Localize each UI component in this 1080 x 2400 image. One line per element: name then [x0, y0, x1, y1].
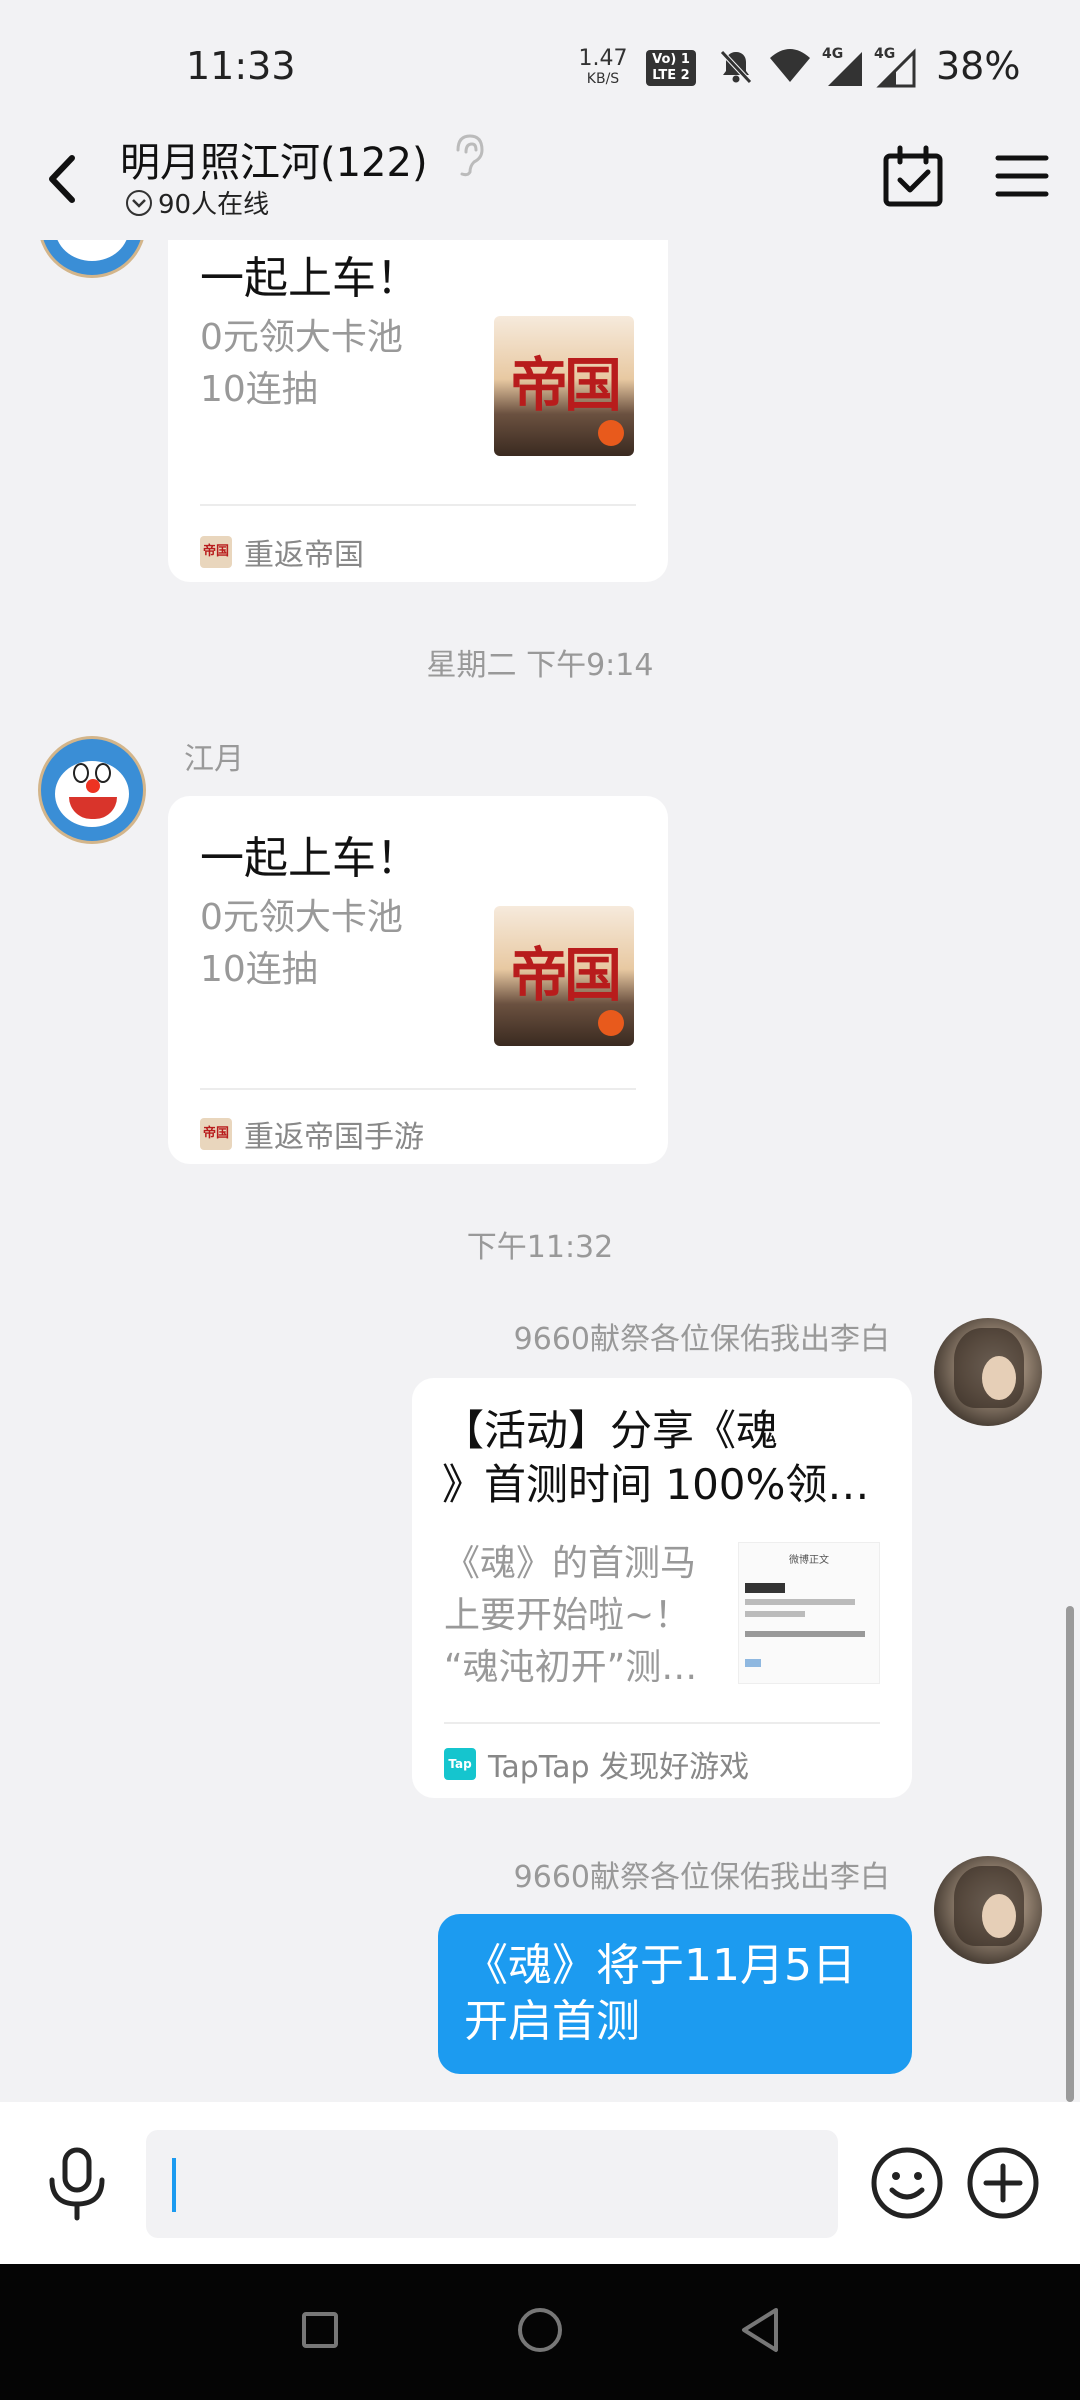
app-icon: 帝国: [200, 1118, 232, 1150]
message-bubble[interactable]: 《魂》将于11月5日 开启首测: [438, 1914, 912, 2074]
mute-icon: [720, 50, 752, 84]
avatar[interactable]: [934, 1856, 1042, 1964]
chat-message-list[interactable]: 一起上车！ 0元领大卡池 10连抽 帝国 帝国 重返帝国 星期二 下午9:14 …: [0, 240, 1080, 2100]
volte-bottom: LTE 2: [652, 68, 690, 83]
card-desc-line: 《魂》的首测马: [444, 1543, 697, 1584]
scrollbar[interactable]: [1066, 1606, 1074, 2102]
ear-icon[interactable]: [448, 132, 488, 178]
card-title: 一起上车！: [200, 833, 420, 884]
sender-name: 9660献祭各位保佑我出李白: [513, 1860, 890, 1895]
signal-4g-2-icon: 4G: [874, 46, 916, 88]
card-thumbnail: 微博正文: [738, 1542, 880, 1684]
network-speed: 1.47 KB/S: [578, 46, 628, 87]
card-divider: [444, 1722, 880, 1724]
message-line: 《魂》将于11月5日: [464, 1940, 856, 1991]
message-timestamp: 星期二 下午9:14: [426, 648, 654, 683]
sender-name: 江月: [184, 742, 244, 777]
svg-text:4G: 4G: [822, 46, 843, 62]
chevron-down-icon: [126, 189, 152, 216]
avatar[interactable]: [38, 736, 146, 844]
text-cursor: [172, 2158, 176, 2212]
card-source: 帝国 重返帝国手游: [200, 1112, 424, 1156]
card-desc-line: 上要开始啦~！: [444, 1595, 691, 1636]
volte-top: Vo) 1: [652, 52, 690, 67]
card-divider: [200, 1088, 636, 1090]
card-source-label: 重返帝国: [244, 538, 364, 573]
card-divider: [200, 504, 636, 506]
message-line: 开启首测: [464, 1996, 640, 2047]
card-thumbnail: 帝国: [494, 906, 634, 1046]
signal-4g-1-icon: 4G: [822, 46, 862, 86]
svg-text:4G: 4G: [874, 46, 895, 62]
avatar[interactable]: [38, 240, 146, 278]
online-count: 90人在线: [158, 190, 270, 220]
card-desc-line: 0元领大卡池: [200, 317, 403, 358]
network-speed-value: 1.47: [578, 46, 628, 71]
recents-button[interactable]: [302, 2312, 338, 2348]
thumbnail-header: 微博正文: [789, 1555, 829, 1566]
card-thumbnail: 帝国: [494, 316, 634, 456]
sender-name: 9660献祭各位保佑我出李白: [513, 1322, 890, 1357]
card-title-line: 》首测时间 100%领…: [442, 1460, 870, 1509]
taptap-icon: Tap: [444, 1748, 476, 1780]
emoji-button[interactable]: [870, 2146, 944, 2220]
card-desc: 《魂》的首测马 上要开始啦~！ “魂沌初开”测…: [444, 1538, 697, 1694]
message-input[interactable]: [146, 2130, 838, 2238]
chat-header: 明月照江河(122) 90人在线: [0, 130, 1080, 240]
chat-title[interactable]: 明月照江河(122): [120, 130, 428, 188]
status-bar: 11:33 1.47 KB/S Vo) 1 LTE 2 4G 4G 38%: [0, 0, 1080, 130]
system-nav-bar: [0, 2264, 1080, 2400]
card-desc: 0元领大卡池 10连抽: [200, 312, 403, 416]
wifi-icon: [770, 49, 810, 82]
network-speed-unit: KB/S: [586, 71, 620, 87]
card-desc-line: 10连抽: [200, 949, 318, 990]
calendar-check-button[interactable]: [882, 144, 944, 210]
card-source: Tap TapTap 发现好游戏: [444, 1742, 749, 1786]
back-button[interactable]: [34, 144, 94, 214]
card-desc: 0元领大卡池 10连抽: [200, 892, 403, 996]
share-card[interactable]: 一起上车！ 0元领大卡池 10连抽 帝国 帝国 重返帝国: [168, 240, 668, 582]
voice-input-button[interactable]: [44, 2146, 110, 2222]
card-desc-line: 0元领大卡池: [200, 897, 403, 938]
card-source-label: 重返帝国手游: [244, 1120, 424, 1155]
card-title: 一起上车！: [200, 253, 420, 304]
app-icon: 帝国: [200, 536, 232, 568]
thumbnail-text: 帝国: [509, 941, 622, 1009]
avatar[interactable]: [934, 1318, 1042, 1426]
input-bar: [0, 2102, 1080, 2264]
share-card[interactable]: 【活动】分享《魂 》首测时间 100%领… 《魂》的首测马 上要开始啦~！ “魂…: [412, 1378, 912, 1798]
more-plus-button[interactable]: [966, 2146, 1040, 2220]
status-time: 11:33: [186, 44, 296, 88]
online-status[interactable]: 90人在线: [126, 184, 269, 221]
menu-button[interactable]: [994, 148, 1050, 204]
card-title: 【活动】分享《魂 》首测时间 100%领…: [442, 1404, 869, 1512]
volte-icon: Vo) 1 LTE 2: [646, 50, 696, 86]
card-source: 帝国 重返帝国: [200, 530, 364, 574]
share-card[interactable]: 一起上车！ 0元领大卡池 10连抽 帝国 帝国 重返帝国手游: [168, 796, 668, 1164]
battery-percent: 38%: [936, 44, 1021, 88]
card-desc-line: “魂沌初开”测…: [444, 1647, 698, 1688]
home-button[interactable]: [518, 2308, 562, 2352]
nav-back-button[interactable]: [736, 2304, 784, 2356]
card-desc-line: 10连抽: [200, 369, 318, 410]
thumbnail-text: 帝国: [509, 351, 622, 419]
message-timestamp: 下午11:32: [466, 1230, 614, 1265]
card-title-line: 【活动】分享《魂: [442, 1406, 779, 1455]
card-source-label: TapTap 发现好游戏: [488, 1750, 750, 1785]
